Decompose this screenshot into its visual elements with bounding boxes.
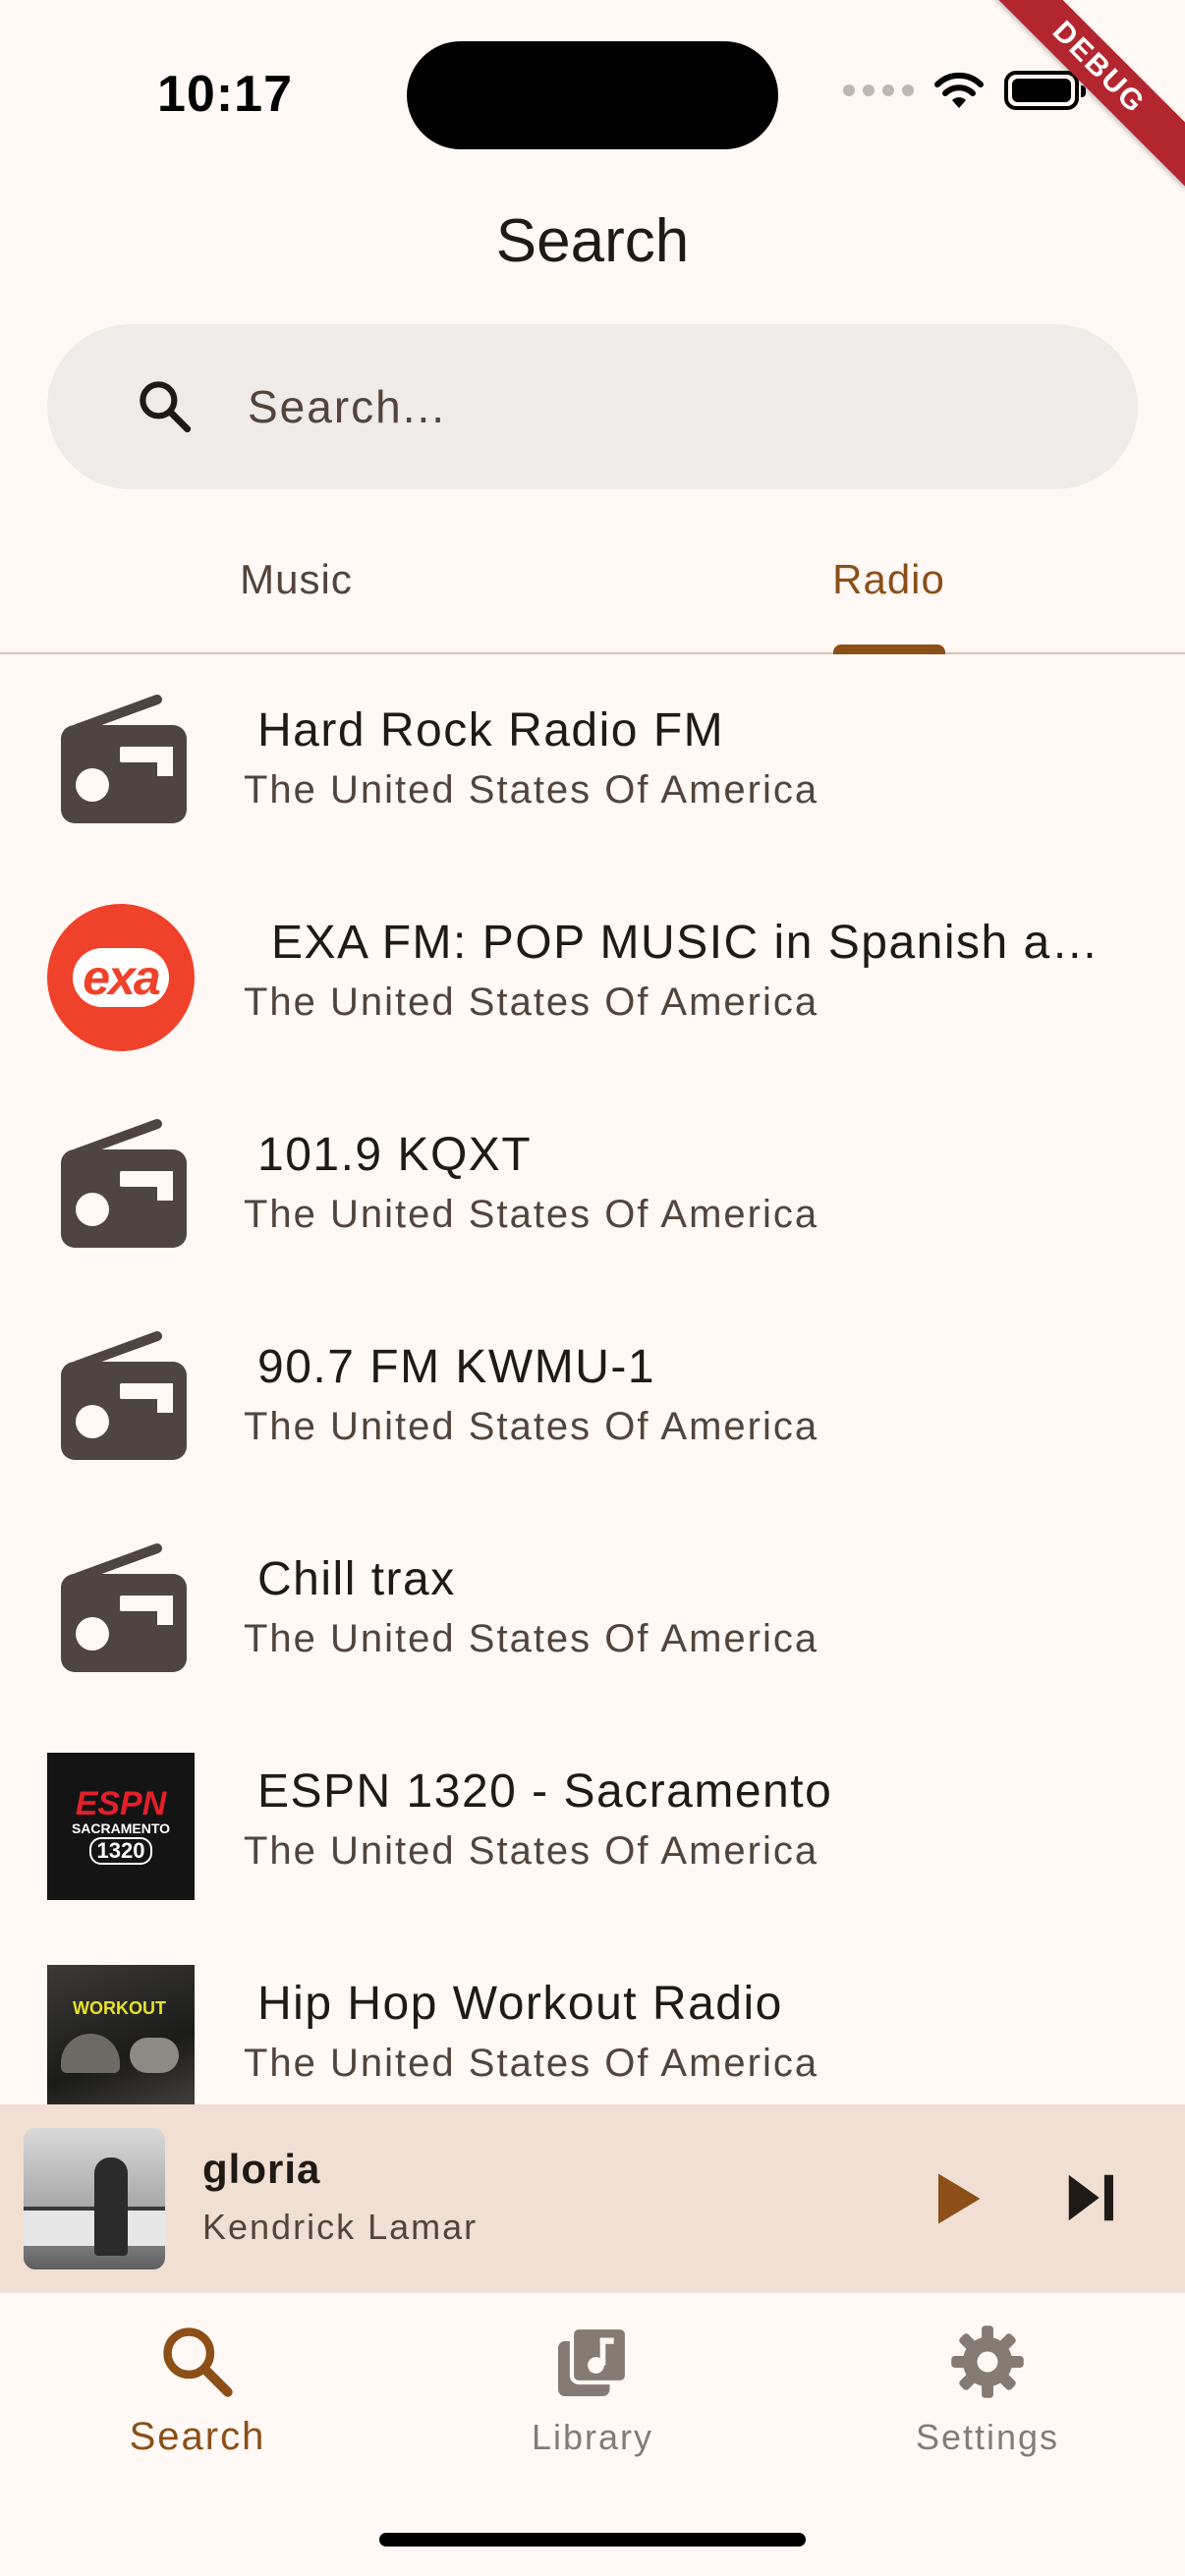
station-title: ESPN 1320 - Sacramento <box>257 1765 833 1818</box>
search-icon <box>163 2327 233 2397</box>
nav-item-settings[interactable]: Settings <box>790 2293 1185 2576</box>
station-country: The United States Of America <box>244 1617 819 1660</box>
mini-player[interactable]: gloria Kendrick Lamar <box>0 2104 1185 2293</box>
exa-logo: exa <box>47 904 195 1051</box>
espn-logo-line: 1320 <box>88 1837 153 1865</box>
list-item[interactable]: Hard Rock Radio FM The United States Of … <box>0 656 1185 868</box>
search-bar[interactable] <box>47 324 1138 489</box>
library-icon <box>558 2324 630 2396</box>
nav-label: Search <box>129 2415 266 2458</box>
now-playing-artist: Kendrick Lamar <box>202 2207 479 2247</box>
list-item[interactable]: ESPN SACRAMENTO 1320 ESPN 1320 - Sacrame… <box>0 1717 1185 1930</box>
station-title: 90.7 FM KWMU-1 <box>257 1341 656 1393</box>
station-title: EXA FM: POP MUSIC in Spanish a… <box>271 917 1100 969</box>
station-country: The United States Of America <box>244 980 819 1024</box>
station-title: 101.9 KQXT <box>257 1129 533 1181</box>
list-item[interactable]: Chill trax The United States Of America <box>0 1505 1185 1717</box>
app-screen: 10:17 DEBUG Search Music Radio <box>0 0 1185 2576</box>
tab-bar: Music Radio <box>0 531 1185 654</box>
station-country: The United States Of America <box>244 1405 819 1448</box>
tab-label: Radio <box>832 556 945 602</box>
battery-icon <box>1004 71 1086 110</box>
radio-icon <box>61 1331 187 1460</box>
station-country: The United States Of America <box>244 1829 819 1873</box>
espn-logo-line: ESPN <box>75 1785 167 1822</box>
nav-item-search[interactable]: Search <box>0 2293 395 2576</box>
exa-logo-text: exa <box>73 948 169 1007</box>
espn-logo-line: SACRAMENTO <box>71 1820 171 1836</box>
radio-icon <box>61 1543 187 1672</box>
status-time: 10:17 <box>157 66 293 123</box>
station-title: Hip Hop Workout Radio <box>257 1978 783 2030</box>
workout-logo: WORKOUT <box>47 1965 195 2104</box>
list-item[interactable]: 90.7 FM KWMU-1 The United States Of Amer… <box>0 1293 1185 1505</box>
wifi-icon <box>934 72 984 108</box>
station-country: The United States Of America <box>244 2042 819 2085</box>
skip-next-icon[interactable] <box>1061 2167 1122 2228</box>
radio-icon <box>61 695 187 823</box>
cellular-signal-icon <box>843 84 914 96</box>
nav-label: Settings <box>915 2417 1060 2457</box>
search-icon <box>140 381 192 433</box>
search-input[interactable] <box>248 380 1034 433</box>
dynamic-island <box>407 41 778 149</box>
now-playing-title: gloria <box>202 2146 321 2192</box>
play-icon[interactable] <box>922 2165 988 2232</box>
gear-icon <box>951 2325 1024 2398</box>
tab-music[interactable]: Music <box>0 531 592 652</box>
active-tab-indicator <box>832 644 945 654</box>
list-item[interactable]: exa EXA FM: POP MUSIC in Spanish a… The … <box>0 868 1185 1081</box>
home-indicator[interactable] <box>379 2533 806 2547</box>
tab-radio[interactable]: Radio <box>592 531 1185 654</box>
album-art <box>24 2128 165 2269</box>
station-list[interactable]: Hard Rock Radio FM The United States Of … <box>0 656 1185 2104</box>
station-title: Hard Rock Radio FM <box>257 704 725 756</box>
status-icons <box>843 71 1086 110</box>
espn-logo: ESPN SACRAMENTO 1320 <box>47 1753 195 1900</box>
page-title: Search <box>495 207 690 275</box>
station-country: The United States Of America <box>244 1193 819 1236</box>
tab-label: Music <box>240 556 353 602</box>
station-title: Chill trax <box>257 1553 456 1605</box>
station-country: The United States Of America <box>244 768 819 812</box>
nav-label: Library <box>531 2417 654 2457</box>
list-item[interactable]: 101.9 KQXT The United States Of America <box>0 1081 1185 1293</box>
workout-logo-text: WORKOUT <box>73 1998 166 2018</box>
radio-icon <box>61 1119 187 1248</box>
list-item[interactable]: WORKOUT Hip Hop Workout Radio The United… <box>0 1930 1185 2104</box>
